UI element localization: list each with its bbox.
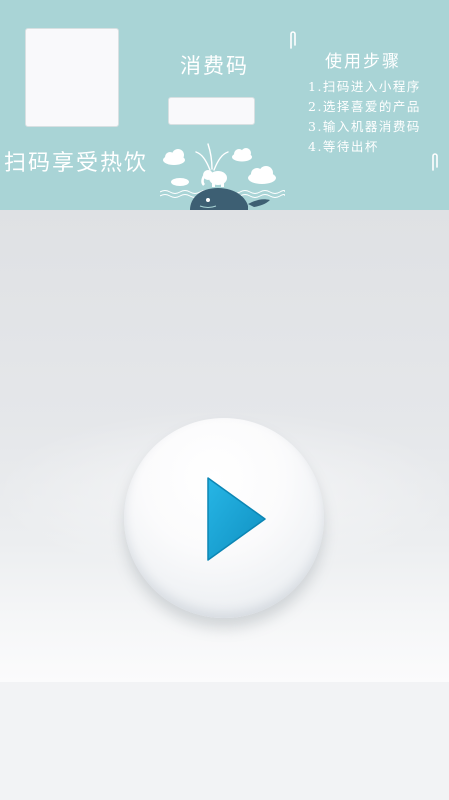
bottom-area	[0, 682, 449, 800]
usage-step: 4.等待出杯	[308, 139, 379, 154]
usage-steps-list: 1.扫码进入小程序 2.选择喜爱的产品 3.输入机器消费码 4.等待出杯	[308, 77, 421, 157]
play-button[interactable]	[124, 418, 324, 618]
whale-illustration	[160, 143, 285, 210]
qr-code-placeholder	[25, 28, 119, 127]
paperclip-icon	[290, 31, 296, 49]
usage-step: 3.输入机器消费码	[308, 119, 421, 134]
paperclip-icon	[432, 153, 438, 171]
consumption-code-input[interactable]	[168, 97, 255, 125]
usage-step: 2.选择喜爱的产品	[308, 99, 421, 114]
scan-slogan: 扫码享受热饮	[4, 151, 149, 176]
consumption-code-title: 消费码	[180, 54, 249, 78]
usage-step: 1.扫码进入小程序	[308, 79, 421, 94]
promo-banner: 扫码享受热饮 消费码 使用步骤 1.扫码进入小程序 2.选择喜爱的产品 3.输入…	[0, 0, 449, 210]
play-icon	[207, 477, 266, 561]
usage-steps-title: 使用步骤	[325, 52, 401, 72]
screen: 扫码享受热饮 消费码 使用步骤 1.扫码进入小程序 2.选择喜爱的产品 3.输入…	[0, 0, 449, 800]
video-player	[0, 210, 449, 682]
